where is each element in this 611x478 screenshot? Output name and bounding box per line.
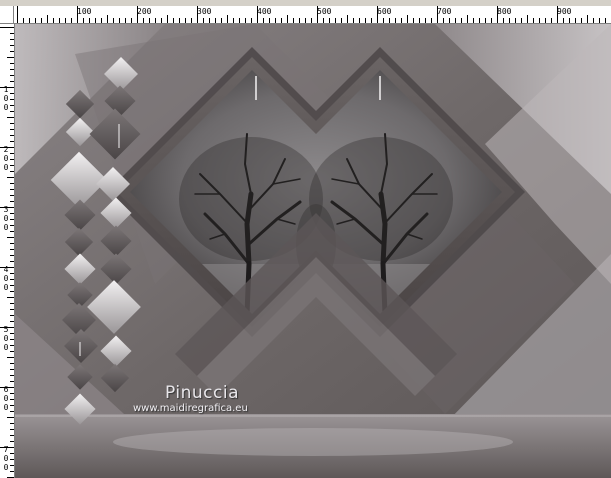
ruler-label-v200: 2 0 0 (3, 145, 9, 172)
ruler-label-100: 100 (77, 7, 92, 16)
signature-name: Pinuccia (165, 383, 239, 403)
ruler-label-900: 900 (557, 7, 572, 16)
vertical-ruler[interactable]: 1 0 0 2 0 0 3 0 0 4 0 0 5 0 0 6 0 0 7 0 … (0, 24, 15, 478)
ruler-corner (0, 6, 14, 24)
ruler-label-v600: 6 0 0 (3, 385, 9, 412)
ruler-label-v400: 4 0 0 (3, 265, 9, 292)
ruler-label-v300: 3 0 0 (3, 205, 9, 232)
image-canvas[interactable]: Pinuccia www.maidiregrafica.eu (15, 24, 611, 478)
horizontal-ruler[interactable]: 100 200 300 400 500 600 700 800 900 (14, 6, 611, 24)
artwork-image (15, 24, 611, 478)
ruler-label-800: 800 (497, 7, 512, 16)
ruler-label-300: 300 (197, 7, 212, 16)
ruler-label-v100: 1 0 0 (3, 85, 9, 112)
ruler-label-400: 400 (257, 7, 272, 16)
ruler-label-v700: 7 0 0 (3, 445, 9, 472)
ruler-label-500: 500 (317, 7, 332, 16)
signature-url: www.maidiregrafica.eu (133, 403, 248, 414)
ruler-label-v500: 5 0 0 (3, 325, 9, 352)
ruler-label-200: 200 (137, 7, 152, 16)
ruler-label-700: 700 (437, 7, 452, 16)
ruler-label-600: 600 (377, 7, 392, 16)
horizontal-ruler-ticks (17, 6, 606, 23)
